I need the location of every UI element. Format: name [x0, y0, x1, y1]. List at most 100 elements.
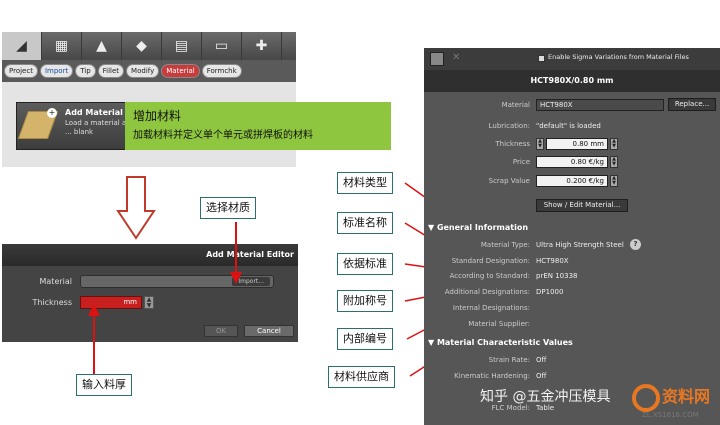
add-material-title: Add Material — [65, 108, 123, 117]
die-icon[interactable]: ▲ — [82, 32, 122, 60]
scrap-label: Scrap Value — [488, 177, 530, 185]
callout-per-standard: 依据标准 — [337, 253, 393, 275]
char-values-section[interactable]: ▼ Material Characteristic Values — [428, 338, 573, 347]
callout-supplier: 材料供应商 — [328, 366, 395, 388]
std-designation-label: Standard Designation: — [451, 257, 530, 265]
lubrication-row: Lubrication: "default" is loaded — [424, 120, 720, 132]
thickness-label: Thickness — [32, 298, 72, 307]
help-icon[interactable]: ? — [630, 239, 641, 250]
according-value: prEN 10338 — [536, 272, 578, 280]
callout-material-type: 材料类型 — [337, 172, 393, 194]
internal-row: Internal Designations: — [424, 302, 720, 314]
toolbar-icon-row: ◢ ▦ ▲ ◆ ▤ ▭ ✚ — [2, 32, 296, 60]
watermark-logo-url: ZL.XS1616.COM — [642, 411, 699, 419]
callout-standard-name: 标准名称 — [337, 212, 393, 234]
material-label: Material — [39, 277, 73, 286]
thickness-lock-icon[interactable]: ▲ ▼ — [536, 138, 544, 150]
show-edit-material-button[interactable]: Show / Edit Material... — [536, 199, 628, 212]
thickness-input[interactable]: 0.80 mm — [546, 138, 608, 150]
according-row: According to Standard: prEN 10338 — [424, 270, 720, 282]
ok-button[interactable]: OK — [204, 325, 238, 337]
std-designation-row: Standard Designation: HCT980X — [424, 255, 720, 267]
price-row: Price 0.80 €/kg ▲ ▼ — [424, 156, 720, 168]
import-button[interactable]: Import... — [232, 277, 270, 286]
kinematic-label: Kinematic Hardening: — [454, 372, 530, 380]
tab-import[interactable]: Import — [39, 64, 74, 78]
panel-tool-icon[interactable] — [430, 52, 444, 66]
callout-select-material: 选择材质 — [200, 197, 256, 219]
add-material-callout-title: 增加材料 — [133, 109, 182, 123]
thickness-input[interactable]: mm — [80, 296, 142, 309]
strain-rate-value: Off — [536, 356, 547, 364]
watermark-logo-text: 资料网 — [662, 387, 710, 406]
std-designation-value: HCT980X — [536, 257, 569, 265]
callout-internal-no: 内部编号 — [337, 328, 393, 350]
char-values-title: Material Characteristic Values — [436, 338, 573, 347]
thickness-spinner[interactable]: ▲ ▼ — [144, 296, 154, 309]
mesh-icon[interactable]: ▦ — [42, 32, 82, 60]
toolbar-tabs: Project Import Tip Fillet Modify Materia… — [2, 64, 296, 78]
add-material-editor-dialog: Add Material Editor Material Import... T… — [2, 244, 298, 342]
tab-formchk[interactable]: Formchk — [201, 64, 242, 78]
enable-sigma-checkbox[interactable] — [538, 55, 545, 62]
strain-rate-row: Strain Rate: Off — [424, 354, 720, 366]
display-icon[interactable]: ▭ — [202, 32, 242, 60]
general-info-title: General Information — [436, 223, 529, 232]
kinematic-value: Off — [536, 372, 547, 380]
tab-tip[interactable]: Tip — [75, 64, 96, 78]
lubrication-value: "default" is loaded — [536, 122, 601, 130]
tab-fillet[interactable]: Fillet — [97, 64, 125, 78]
thickness-label: Thickness — [495, 140, 530, 148]
price-spinner[interactable]: ▲ ▼ — [610, 156, 618, 168]
scrap-input[interactable]: 0.200 €/kg — [536, 175, 608, 187]
thickness-row: Thickness mm ▲ ▼ — [2, 296, 298, 310]
blank-icon[interactable]: ◆ — [122, 32, 162, 60]
tools-icon[interactable]: ✚ — [242, 32, 282, 60]
material-type-label: Material Type: — [480, 241, 530, 249]
internal-label: Internal Designations: — [452, 304, 530, 312]
panel-toolbar: ✕ Enable Sigma Variations from Material … — [424, 48, 720, 70]
additional-label: Additional Designations: — [444, 288, 530, 296]
panel-header: HCT980X/0.80 mm — [424, 70, 720, 92]
thickness-spinner[interactable]: ▲ ▼ — [610, 138, 618, 150]
down-arrow-icon — [116, 176, 156, 240]
lubrication-label: Lubrication: — [488, 122, 530, 130]
add-material-callout-desc: 加载材料并定义单个单元或拼焊板的材料 — [133, 130, 313, 141]
general-info-section[interactable]: ▼ General Information — [428, 223, 528, 232]
material-type-row: Material Type: Ultra High Strength Steel… — [424, 239, 720, 251]
material-row: Material HCT980X Replace... — [424, 98, 720, 111]
watermark-logo: 资料网 ZL.XS1616.COM — [632, 384, 710, 419]
additional-value: DP1000 — [536, 288, 564, 296]
dialog-title: Add Material Editor — [2, 244, 298, 266]
according-label: According to Standard: — [449, 272, 530, 280]
material-properties-panel: ✕ Enable Sigma Variations from Material … — [424, 48, 720, 425]
watermark-text: 知乎 @五金冲压模具 — [480, 389, 611, 405]
tab-modify[interactable]: Modify — [126, 64, 160, 78]
add-material-callout: 增加材料 加载材料并定义单个单元或拼焊板的材料 — [125, 102, 391, 150]
part-icon[interactable]: ◢ — [2, 32, 42, 60]
price-label: Price — [512, 158, 530, 166]
supplier-row: Material Supplier: — [424, 318, 720, 330]
replace-button[interactable]: Replace... — [668, 98, 716, 111]
cancel-button[interactable]: Cancel — [244, 325, 294, 337]
scrap-row: Scrap Value 0.200 €/kg ▲ ▼ — [424, 175, 720, 187]
tab-project[interactable]: Project — [4, 64, 38, 78]
scrap-spinner[interactable]: ▲ ▼ — [610, 175, 618, 187]
plus-icon: + — [47, 108, 57, 118]
callout-additional: 附加称号 — [337, 290, 393, 312]
material-row: Material Import... — [2, 275, 298, 289]
enable-sigma-label: Enable Sigma Variations from Material Fi… — [548, 53, 689, 61]
close-icon[interactable]: ✕ — [452, 52, 460, 63]
supplier-label: Material Supplier: — [468, 320, 530, 328]
additional-row: Additional Designations: DP1000 — [424, 286, 720, 298]
material-value: HCT980X — [536, 99, 664, 111]
material-label: Material — [501, 101, 530, 109]
tab-material[interactable]: Material — [161, 64, 200, 78]
price-input[interactable]: 0.80 €/kg — [536, 156, 608, 168]
report-icon[interactable]: ▤ — [162, 32, 202, 60]
material-type-value: Ultra High Strength Steel — [536, 241, 624, 249]
material-field[interactable]: Import... — [80, 275, 274, 288]
strain-rate-label: Strain Rate: — [488, 356, 530, 364]
thickness-row: Thickness ▲ ▼ 0.80 mm ▲ ▼ — [424, 138, 720, 150]
callout-input-thickness: 输入料厚 — [76, 374, 132, 396]
